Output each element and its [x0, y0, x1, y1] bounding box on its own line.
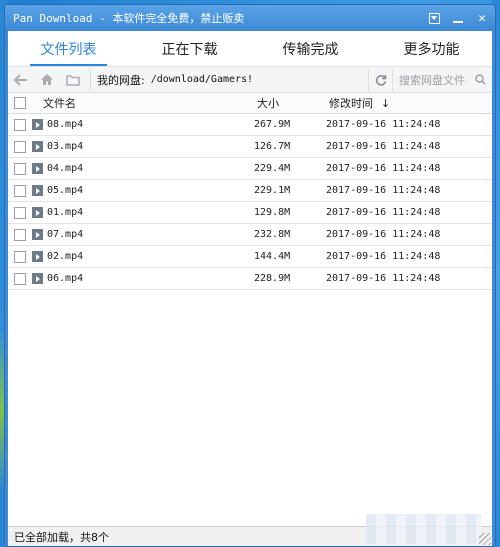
- window-title: Pan Download - 本软件完全免费，禁止贩卖: [13, 12, 245, 25]
- file-modified-time: 2017-09-16 11:24:48: [326, 207, 441, 218]
- video-file-icon: [32, 207, 43, 218]
- video-file-icon: [32, 273, 43, 284]
- file-size: 129.8M: [254, 207, 291, 218]
- row-checkbox[interactable]: [14, 162, 26, 175]
- column-header-size[interactable]: 大小: [257, 95, 329, 111]
- tab-label: 更多功能: [403, 41, 460, 58]
- row-checkbox[interactable]: [14, 250, 26, 263]
- watermark-blur: [366, 514, 482, 544]
- tab-more-features[interactable]: 更多功能: [371, 31, 492, 66]
- tab-completed[interactable]: 传输完成: [250, 31, 371, 66]
- title-bar[interactable]: Pan Download - 本软件完全免费，禁止贩卖 ✕: [5, 5, 495, 31]
- file-modified-time: 2017-09-16 11:24:48: [326, 119, 441, 130]
- row-checkbox[interactable]: [14, 206, 26, 219]
- pan-download-window: Pan Download - 本软件完全免费，禁止贩卖 ✕ 文件列表 正在下载 …: [4, 4, 496, 547]
- file-name: 01.mp4: [47, 207, 84, 218]
- tab-bar: 文件列表 正在下载 传输完成 更多功能: [8, 31, 492, 67]
- back-arrow-icon: [14, 73, 27, 86]
- minimize-button[interactable]: [447, 7, 469, 29]
- home-button[interactable]: [34, 67, 60, 93]
- row-checkbox[interactable]: [14, 184, 26, 197]
- tab-file-list[interactable]: 文件列表: [8, 31, 129, 66]
- resize-grip-icon[interactable]: [479, 533, 491, 545]
- video-file-icon: [32, 185, 43, 196]
- file-name: 04.mp4: [47, 163, 84, 174]
- file-name: 07.mp4: [47, 229, 84, 240]
- file-modified-time: 2017-09-16 11:24:48: [326, 185, 441, 196]
- file-size: 126.7M: [254, 141, 291, 152]
- close-icon: ✕: [478, 10, 486, 26]
- file-size: 144.4M: [254, 251, 291, 262]
- file-size: 267.9M: [254, 119, 291, 130]
- file-size: 232.8M: [254, 229, 291, 240]
- video-file-icon: [32, 251, 43, 262]
- path-toolbar: 我的网盘: /download/Gamers! 搜索网盘文件: [8, 67, 492, 93]
- table-row[interactable]: 06.mp4 228.9M 2017-09-16 11:24:48: [8, 268, 492, 290]
- refresh-icon: [375, 74, 386, 86]
- back-button[interactable]: [8, 67, 34, 93]
- row-checkbox[interactable]: [14, 272, 26, 285]
- home-icon: [41, 74, 53, 85]
- file-modified-time: 2017-09-16 11:24:48: [326, 251, 441, 262]
- file-modified-time: 2017-09-16 11:24:48: [326, 163, 441, 174]
- current-path: /download/Gamers!: [150, 74, 254, 85]
- close-button[interactable]: ✕: [471, 7, 493, 29]
- row-checkbox[interactable]: [14, 140, 26, 153]
- table-row[interactable]: 05.mp4 229.1M 2017-09-16 11:24:48: [8, 180, 492, 202]
- column-header-time[interactable]: 修改时间 ↓: [329, 95, 492, 111]
- file-name: 02.mp4: [47, 251, 84, 262]
- search-placeholder: 搜索网盘文件: [399, 73, 465, 87]
- video-file-icon: [32, 141, 43, 152]
- file-modified-time: 2017-09-16 11:24:48: [326, 141, 441, 152]
- file-name: 03.mp4: [47, 141, 84, 152]
- search-input[interactable]: 搜索网盘文件: [392, 68, 492, 91]
- table-row[interactable]: 03.mp4 126.7M 2017-09-16 11:24:48: [8, 136, 492, 158]
- column-header-time-label: 修改时间: [329, 97, 373, 110]
- file-modified-time: 2017-09-16 11:24:48: [326, 273, 441, 284]
- tab-downloading[interactable]: 正在下载: [129, 31, 250, 66]
- table-header: 文件名 大小 修改时间 ↓: [8, 93, 492, 114]
- table-row[interactable]: 01.mp4 129.8M 2017-09-16 11:24:48: [8, 202, 492, 224]
- tab-label: 文件列表: [40, 41, 97, 58]
- row-checkbox[interactable]: [14, 118, 26, 131]
- file-size: 229.4M: [254, 163, 291, 174]
- sort-desc-icon: ↓: [381, 96, 391, 110]
- file-name: 06.mp4: [47, 273, 84, 284]
- search-icon[interactable]: [475, 74, 486, 85]
- refresh-button[interactable]: [368, 68, 392, 91]
- file-modified-time: 2017-09-16 11:24:48: [326, 229, 441, 240]
- video-file-icon: [32, 163, 43, 174]
- minimize-icon: [453, 21, 463, 23]
- folder-button[interactable]: [60, 67, 86, 93]
- main-panel: 文件列表 正在下载 传输完成 更多功能 我的网盘: /download/Game…: [8, 31, 492, 526]
- dropdown-menu-button[interactable]: [423, 7, 445, 29]
- video-file-icon: [32, 229, 43, 240]
- file-size: 228.9M: [254, 273, 291, 284]
- file-name: 05.mp4: [47, 185, 84, 196]
- file-list: 08.mp4 267.9M 2017-09-16 11:24:48 03.mp4…: [8, 114, 492, 290]
- tab-label: 传输完成: [282, 41, 339, 58]
- file-name: 08.mp4: [47, 119, 84, 130]
- folder-icon: [66, 74, 80, 86]
- select-all-checkbox[interactable]: [14, 97, 26, 109]
- dropdown-icon: [428, 12, 440, 24]
- table-row[interactable]: 07.mp4 232.8M 2017-09-16 11:24:48: [8, 224, 492, 246]
- video-file-icon: [32, 119, 43, 130]
- column-header-name[interactable]: 文件名: [26, 95, 257, 111]
- status-bar: 已全部加载，共8个: [8, 514, 492, 546]
- file-size: 229.1M: [254, 185, 291, 196]
- status-text: 已全部加载，共8个: [14, 530, 109, 544]
- path-label: 我的网盘:: [97, 73, 145, 87]
- table-row[interactable]: 02.mp4 144.4M 2017-09-16 11:24:48: [8, 246, 492, 268]
- tab-label: 正在下载: [161, 41, 218, 58]
- path-bar[interactable]: 我的网盘: /download/Gamers!: [90, 68, 368, 91]
- table-row[interactable]: 04.mp4 229.4M 2017-09-16 11:24:48: [8, 158, 492, 180]
- table-row[interactable]: 08.mp4 267.9M 2017-09-16 11:24:48: [8, 114, 492, 136]
- row-checkbox[interactable]: [14, 228, 26, 241]
